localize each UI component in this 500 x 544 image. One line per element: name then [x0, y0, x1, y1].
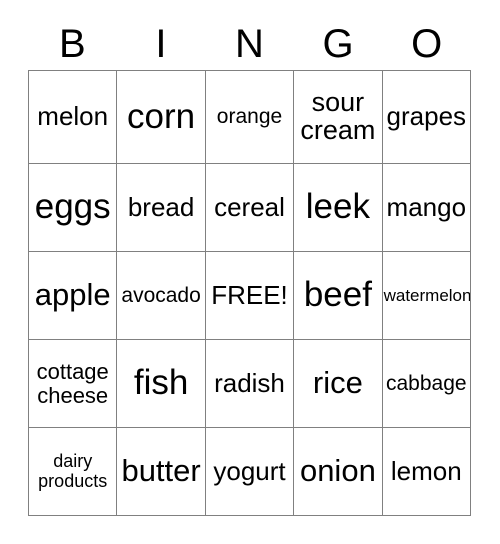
bingo-cell-i2[interactable]: bread: [117, 164, 206, 252]
bingo-cell-label: cereal: [214, 191, 285, 222]
bingo-cell-label: yogurt: [213, 455, 286, 486]
bingo-card: B I N G O melon corn orange sour cream g…: [0, 0, 500, 544]
bingo-cell-label: avocado: [121, 283, 201, 307]
bingo-cell-b4[interactable]: cottage cheese: [29, 340, 118, 428]
header-letter-g: G: [322, 22, 354, 66]
bingo-cell-label: rice: [312, 365, 363, 401]
header-letter-o: O: [411, 22, 443, 66]
bingo-cell-g3[interactable]: beef: [294, 252, 383, 340]
bingo-cell-n5[interactable]: yogurt: [205, 428, 295, 516]
bingo-header-row: B I N G O: [28, 18, 471, 70]
bingo-cell-b1[interactable]: melon: [29, 71, 118, 164]
bingo-cell-o3[interactable]: watermelon: [382, 252, 471, 340]
bingo-cell-label: butter: [121, 453, 201, 489]
header-letter-b: B: [58, 22, 86, 66]
bingo-cell-label: onion: [299, 453, 376, 489]
bingo-cell-b3[interactable]: apple: [29, 252, 118, 340]
bingo-cell-label: leek: [305, 187, 370, 227]
bingo-cell-label: orange: [216, 105, 283, 129]
bingo-cell-o1[interactable]: grapes: [382, 71, 471, 164]
bingo-cell-label: cottage cheese: [36, 359, 109, 408]
bingo-cell-n2[interactable]: cereal: [205, 164, 295, 252]
free-space-label: FREE!: [211, 279, 288, 310]
bingo-cell-label: corn: [127, 96, 196, 136]
bingo-cell-o2[interactable]: mango: [382, 164, 471, 252]
bingo-cell-b2[interactable]: eggs: [29, 164, 118, 252]
bingo-cell-i4[interactable]: fish: [117, 340, 206, 428]
bingo-cell-g1[interactable]: sour cream: [294, 71, 383, 164]
bingo-cell-label: watermelon: [383, 285, 471, 305]
bingo-cell-label: dairy products: [38, 451, 108, 491]
bingo-cell-o5[interactable]: lemon: [382, 428, 471, 516]
bingo-cell-i1[interactable]: corn: [117, 71, 206, 164]
bingo-cell-label: cabbage: [386, 371, 467, 395]
bingo-cell-label: mango: [386, 191, 467, 222]
bingo-cell-label: beef: [303, 275, 372, 315]
bingo-cell-g2[interactable]: leek: [294, 164, 383, 252]
header-letter-i: I: [155, 22, 167, 66]
bingo-cell-g4[interactable]: rice: [294, 340, 383, 428]
bingo-cell-b5[interactable]: dairy products: [29, 428, 118, 516]
bingo-cell-label: sour cream: [300, 87, 376, 145]
bingo-cell-i5[interactable]: butter: [117, 428, 206, 516]
bingo-cell-i3[interactable]: avocado: [117, 252, 206, 340]
bingo-cell-label: apple: [34, 277, 111, 313]
bingo-cell-label: grapes: [386, 101, 467, 132]
bingo-cell-label: lemon: [390, 455, 462, 486]
bingo-cell-label: bread: [127, 191, 195, 222]
bingo-cell-o4[interactable]: cabbage: [382, 340, 471, 428]
bingo-grid: melon corn orange sour cream grapes eggs…: [28, 70, 471, 516]
bingo-cell-free[interactable]: FREE!: [205, 252, 295, 340]
bingo-cell-label: eggs: [34, 187, 111, 227]
bingo-cell-label: melon: [37, 101, 109, 132]
bingo-cell-n1[interactable]: orange: [205, 71, 295, 164]
header-letter-n: N: [235, 22, 264, 66]
bingo-cell-label: fish: [133, 363, 189, 403]
bingo-cell-n4[interactable]: radish: [205, 340, 295, 428]
bingo-cell-g5[interactable]: onion: [294, 428, 383, 516]
bingo-cell-label: radish: [214, 367, 285, 398]
